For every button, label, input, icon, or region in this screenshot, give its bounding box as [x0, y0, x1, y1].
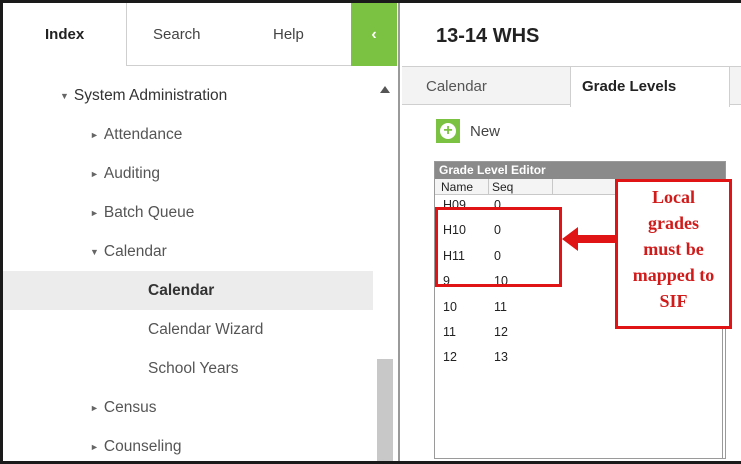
caret-down-icon: ▼	[90, 246, 99, 257]
tree-item-counseling[interactable]: ► Counseling	[3, 427, 373, 461]
tab-index[interactable]: Index	[3, 3, 127, 66]
cell-seq: 11	[494, 299, 507, 314]
tree-item-system-administration[interactable]: ▼ System Administration	[3, 76, 373, 115]
caret-right-icon: ►	[90, 402, 99, 413]
collapse-panel-button[interactable]: ‹	[351, 3, 397, 66]
column-header-seq[interactable]: Seq	[489, 179, 553, 194]
tree-item-label: Calendar	[103, 242, 167, 260]
caret-down-icon: ▼	[60, 90, 69, 101]
tree-item-label: School Years	[148, 359, 239, 377]
new-button-label: New	[470, 122, 501, 140]
tree-item-census[interactable]: ► Census	[3, 388, 373, 427]
local-grades-highlight	[435, 207, 562, 287]
cell-seq: 13	[494, 350, 508, 365]
cell-name: 11	[443, 324, 456, 339]
tree-scrollbar[interactable]	[374, 76, 398, 461]
caret-right-icon: ►	[90, 441, 99, 452]
callout-line: mapped to	[632, 265, 715, 285]
callout-line: must be	[643, 239, 704, 259]
tab-grade-levels[interactable]: Grade Levels	[582, 67, 676, 106]
tab-calendar[interactable]: Calendar	[426, 67, 487, 106]
tree-item-calendar[interactable]: Calendar	[3, 271, 373, 310]
page-title: 13-14 WHS	[436, 25, 540, 47]
tree-item-label: Calendar	[148, 281, 215, 299]
caret-right-icon: ►	[90, 207, 99, 218]
tab-help[interactable]: Help	[247, 3, 351, 66]
tree-item-batch-queue[interactable]: ► Batch Queue	[3, 193, 373, 232]
arrow-left-icon	[562, 227, 622, 251]
tree-item-label: Calendar Wizard	[148, 320, 264, 338]
tab-search[interactable]: Search	[127, 3, 247, 66]
tree-item-attendance[interactable]: ► Attendance	[3, 115, 373, 154]
callout-line: grades	[648, 213, 699, 233]
table-row[interactable]: 12 13	[435, 349, 725, 374]
chevron-left-icon: ‹	[371, 25, 377, 43]
tree-item-label: System Administration	[73, 86, 228, 104]
column-header-name[interactable]: Name	[435, 179, 489, 194]
tree-item-label: Batch Queue	[103, 203, 195, 221]
scroll-up-arrow-icon[interactable]	[380, 86, 390, 93]
cell-name: 12	[443, 350, 457, 365]
cell-name: 10	[443, 299, 457, 314]
scroll-thumb[interactable]	[377, 359, 393, 461]
navigation-panel: Index Search Help ‹ ▼ System Administrat…	[3, 3, 400, 461]
tree-item-label: Census	[103, 398, 157, 416]
tree-item-school-years[interactable]: School Years	[3, 349, 373, 388]
cell-seq: 12	[494, 324, 508, 339]
navigation-tree: ▼ System Administration ► Attendance ► A…	[3, 76, 373, 461]
tree-item-calendar-wizard[interactable]: Calendar Wizard	[3, 310, 373, 349]
nav-tabs: Index Search Help ‹	[3, 3, 400, 66]
app-window: Index Search Help ‹ ▼ System Administrat…	[0, 0, 741, 464]
caret-right-icon: ►	[90, 129, 99, 140]
tree-item-label: Counseling	[103, 437, 182, 455]
tree-item-auditing[interactable]: ► Auditing	[3, 154, 373, 193]
tree-item-calendar-folder[interactable]: ▼ Calendar	[3, 232, 373, 271]
caret-right-icon: ►	[90, 168, 99, 179]
add-icon: +	[436, 119, 460, 143]
tree-item-label: Attendance	[103, 125, 183, 143]
new-button[interactable]: + New	[436, 119, 500, 143]
callout-line: Local	[652, 187, 695, 207]
editor-title: Grade Level Editor	[435, 162, 725, 179]
annotation-callout: Local grades must be mapped to SIF	[615, 179, 732, 329]
tree-item-label: Auditing	[103, 164, 160, 182]
callout-line: SIF	[659, 291, 688, 311]
